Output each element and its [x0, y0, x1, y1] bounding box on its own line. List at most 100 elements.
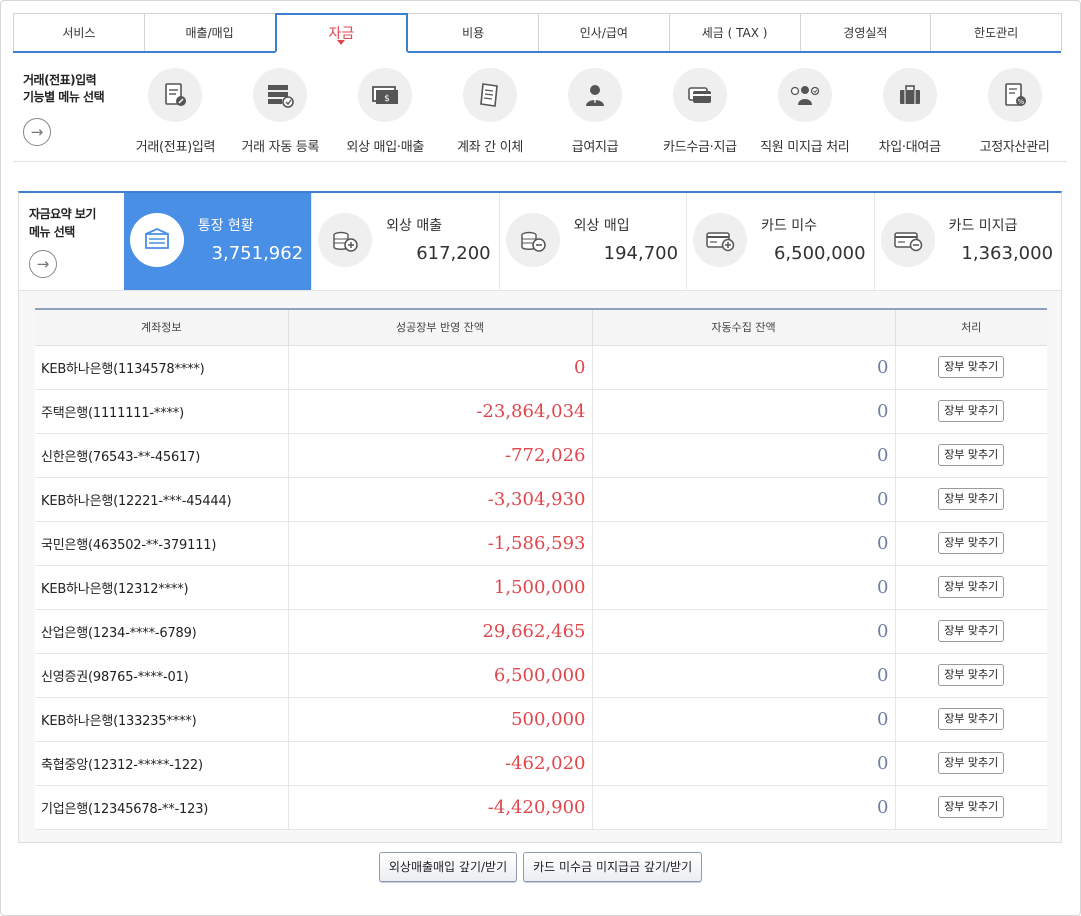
table-row: KEB하나은행(12221-***-45444) -3,304,930 0 장부… — [35, 477, 1047, 522]
action-cell: 장부 맞추기 — [895, 389, 1047, 434]
summary-card-label: 외상 매입 — [573, 218, 630, 234]
reconcile-ledger-button[interactable]: 장부 맞추기 — [938, 488, 1005, 510]
menu-item-employee-unpaid[interactable]: 직원 미지급 처리 — [752, 68, 857, 158]
auto-balance-cell: 0 — [592, 609, 896, 654]
summary-caption-line2: 메뉴 선택 — [29, 225, 75, 239]
tab-service[interactable]: 서비스 — [13, 13, 145, 51]
account-info-cell: 신영증권(98765-****-01) — [35, 653, 289, 698]
person-icon — [568, 68, 622, 122]
summary-card-value: 194,700 — [603, 243, 679, 264]
account-info-cell: KEB하나은행(133235****) — [35, 697, 289, 742]
tab-hr-payroll[interactable]: 인사/급여 — [538, 13, 670, 51]
card-settle-button[interactable]: 카드 미수금 미지급금 갚기/받기 — [523, 852, 703, 882]
coins-plus-icon — [318, 213, 373, 267]
tab-performance[interactable]: 경영실적 — [799, 13, 932, 51]
auto-balance-cell: 0 — [592, 345, 896, 390]
tab-limit-management[interactable]: 한도관리 — [930, 13, 1062, 51]
table-row: 신한은행(76543-**-45617) -772,026 0 장부 맞추기 — [35, 433, 1047, 478]
menu-item-transaction-entry[interactable]: 거래(전표)입력 — [123, 68, 228, 158]
summary-card-card-receivable[interactable]: 카드 미수 6,500,000 — [686, 193, 874, 290]
ledger-balance-cell: 0 — [288, 345, 593, 390]
main-tabs: 서비스 매출/매입 자금 비용 인사/급여 세금 ( TAX ) 경영실적 한도… — [13, 13, 1062, 53]
briefcase-icon — [882, 68, 937, 122]
card-plus-icon — [693, 213, 748, 267]
tab-funds[interactable]: 자금 — [274, 13, 409, 53]
tab-label: 서비스 — [62, 26, 96, 40]
server-auto-icon — [253, 68, 308, 122]
account-info-cell: 축협중앙(12312-*****-122) — [35, 741, 289, 786]
asset-document-icon: % — [987, 68, 1042, 122]
account-info-cell: KEB하나은행(12221-***-45444) — [35, 477, 289, 522]
table-row: KEB하나은행(133235****) 500,000 0 장부 맞추기 — [35, 697, 1047, 742]
reconcile-ledger-button[interactable]: 장부 맞추기 — [938, 664, 1005, 686]
menu-item-card-collection[interactable]: 카드수금·지급 — [647, 68, 752, 158]
table-row: 주택은행(1111111-****) -23,864,034 0 장부 맞추기 — [35, 389, 1047, 434]
account-info-cell: 기업은행(12345678-**-123) — [35, 785, 289, 830]
summary-card-card-payable[interactable]: 카드 미지급 1,363,000 — [873, 193, 1062, 290]
reconcile-ledger-button[interactable]: 장부 맞추기 — [938, 444, 1005, 466]
summary-next-arrow-button[interactable]: → — [29, 250, 57, 278]
menu-item-label: 고정자산관리 — [979, 140, 1050, 155]
tab-tax[interactable]: 세금 ( TAX ) — [668, 13, 801, 51]
account-info-cell: 주택은행(1111111-****) — [35, 389, 289, 434]
auto-balance-cell: 0 — [592, 477, 896, 522]
auto-balance-cell: 0 — [592, 433, 896, 478]
credit-settle-button[interactable]: 외상매출매입 갚기/받기 — [378, 852, 518, 882]
summary-caption-line1: 자금요약 보기 — [29, 207, 96, 221]
menu-item-label: 거래 자동 등록 — [241, 140, 320, 155]
ledger-balance-cell: -3,304,930 — [288, 477, 593, 522]
svg-text:$: $ — [384, 94, 390, 104]
table-row: 국민은행(463502-**-379111) -1,586,593 0 장부 맞… — [35, 521, 1047, 566]
action-cell: 장부 맞추기 — [895, 741, 1047, 786]
ledger-balance-cell: 29,662,465 — [288, 609, 593, 654]
menu-item-loans[interactable]: 차입·대여금 — [857, 68, 962, 158]
action-cell: 장부 맞추기 — [895, 697, 1047, 742]
reconcile-ledger-button[interactable]: 장부 맞추기 — [938, 356, 1005, 378]
tab-expenses[interactable]: 비용 — [407, 13, 539, 51]
bankbook-icon — [129, 213, 184, 267]
account-info-cell: 국민은행(463502-**-379111) — [35, 521, 289, 566]
summary-card-label: 통장 현황 — [197, 218, 254, 234]
summary-card-label: 외상 매출 — [386, 218, 443, 234]
menu-item-label: 급여지급 — [571, 140, 619, 155]
summary-card-value: 3,751,962 — [211, 243, 304, 264]
reconcile-ledger-button[interactable]: 장부 맞추기 — [938, 400, 1005, 422]
tab-sales-purchase[interactable]: 매출/매입 — [143, 13, 276, 51]
summary-cards: 자금요약 보기 메뉴 선택 → 통장 현황 3,751,962 외상 매출 61… — [19, 193, 1062, 291]
tab-label: 비용 — [462, 26, 485, 40]
reconcile-ledger-button[interactable]: 장부 맞추기 — [938, 620, 1005, 642]
menu-caption: 거래(전표)입력 기능별 메뉴 선택 — [23, 72, 105, 106]
reconcile-ledger-button[interactable]: 장부 맞추기 — [938, 532, 1005, 554]
table-row: 기업은행(12345678-**-123) -4,420,900 0 장부 맞추… — [35, 785, 1047, 830]
account-info-cell: 산업은행(1234-****-6789) — [35, 609, 289, 654]
summary-card-credit-sales[interactable]: 외상 매출 617,200 — [311, 193, 499, 290]
action-cell: 장부 맞추기 — [895, 565, 1047, 610]
reconcile-ledger-button[interactable]: 장부 맞추기 — [938, 796, 1005, 818]
ledger-balance-cell: 1,500,000 — [288, 565, 593, 610]
auto-balance-cell: 0 — [592, 785, 896, 830]
menu-item-fixed-assets[interactable]: % 고정자산관리 — [962, 68, 1067, 158]
menu-item-credit-trade[interactable]: $ 외상 매입·매출 — [333, 68, 438, 158]
reconcile-ledger-button[interactable]: 장부 맞추기 — [938, 708, 1005, 730]
summary-card-label: 카드 미수 — [761, 218, 818, 234]
action-cell: 장부 맞추기 — [895, 477, 1047, 522]
menu-item-label: 계좌 간 이체 — [457, 140, 524, 155]
menu-item-label: 차입·대여금 — [878, 140, 941, 155]
summary-card-bankbook[interactable]: 통장 현황 3,751,962 — [123, 193, 312, 290]
menu-item-salary-payment[interactable]: 급여지급 — [543, 68, 648, 158]
menu-item-label: 직원 미지급 처리 — [760, 140, 850, 155]
funds-summary-panel: 자금요약 보기 메뉴 선택 → 통장 현황 3,751,962 외상 매출 61… — [18, 191, 1062, 843]
table-body: KEB하나은행(1134578****) 0 0 장부 맞추기 주택은행(111… — [35, 345, 1047, 830]
summary-card-credit-purchase[interactable]: 외상 매입 194,700 — [498, 193, 687, 290]
ledger-balance-cell: 6,500,000 — [288, 653, 593, 698]
reconcile-ledger-button[interactable]: 장부 맞추기 — [938, 752, 1005, 774]
auto-balance-cell: 0 — [592, 389, 896, 434]
menu-item-account-transfer[interactable]: 계좌 간 이체 — [438, 68, 543, 158]
arrow-right-icon: → — [30, 123, 44, 141]
summary-card-value: 617,200 — [416, 243, 491, 264]
reconcile-ledger-button[interactable]: 장부 맞추기 — [938, 576, 1005, 598]
bottom-action-buttons: 외상매출매입 갚기/받기 카드 미수금 미지급금 갚기/받기 — [0, 852, 1081, 882]
menu-item-auto-register[interactable]: 거래 자동 등록 — [228, 68, 333, 158]
menu-next-arrow-button[interactable]: → — [23, 118, 51, 146]
header-auto-balance: 자동수집 잔액 — [592, 308, 896, 346]
